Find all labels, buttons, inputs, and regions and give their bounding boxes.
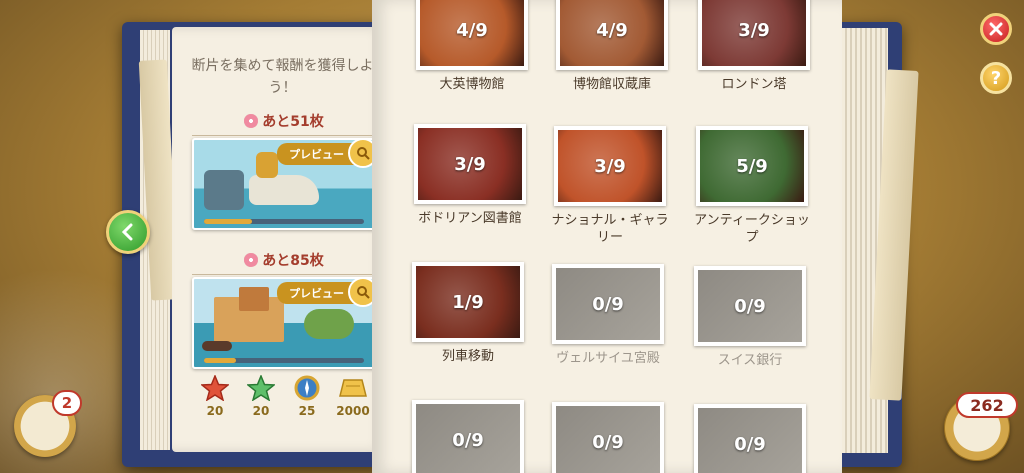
reward-gold: 2000 bbox=[332, 374, 374, 418]
green-star-icon bbox=[246, 374, 276, 402]
scene-progress: 4/9 bbox=[420, 0, 524, 66]
scene-label: 博物館収蔵庫 bbox=[572, 77, 651, 92]
scene-tile[interactable]: 0/9 bbox=[690, 404, 810, 473]
scene-progress: 3/9 bbox=[558, 130, 662, 202]
notification-badge: 2 bbox=[52, 390, 82, 416]
scene-thumbnail: 5/9 bbox=[696, 126, 808, 206]
scene-tile[interactable]: 3/9 ロンドン塔 bbox=[694, 0, 814, 93]
fragment-icon bbox=[244, 114, 259, 128]
reward-value: 20 bbox=[206, 404, 224, 418]
reward-progress-fill bbox=[204, 219, 252, 224]
scene-thumbnail: 1/9 bbox=[412, 262, 524, 342]
scene-people bbox=[256, 152, 278, 178]
scene-label: ロンドン塔 bbox=[721, 77, 787, 92]
scene-progress: 5/9 bbox=[700, 130, 804, 202]
reward-progress-fill bbox=[204, 358, 236, 363]
scene-tile[interactable]: 0/9 スイス銀行 bbox=[690, 266, 810, 369]
scene-thumbnail: 0/9 bbox=[552, 264, 664, 344]
compass-icon bbox=[292, 374, 322, 402]
scene-tile[interactable]: 0/9 bbox=[408, 400, 528, 473]
scene-thumbnail: 0/9 bbox=[694, 404, 806, 473]
scene-label: ボドリアン図書館 bbox=[418, 211, 522, 226]
scene-label: 列車移動 bbox=[441, 349, 494, 364]
scene-thumbnail: 0/9 bbox=[412, 400, 524, 473]
instruction-text: 断片を集めて報酬を獲得しよう！ bbox=[191, 58, 374, 96]
question-icon: ? bbox=[990, 67, 1002, 89]
scene-boat bbox=[249, 175, 319, 205]
remaining-label: あと85枚 bbox=[262, 253, 324, 269]
scene-thumbnail: 3/9 bbox=[554, 126, 666, 206]
divider bbox=[192, 274, 376, 275]
reward-red-star: 20 bbox=[194, 374, 236, 418]
scene-label: ヴェルサイユ宮殿 bbox=[556, 351, 660, 366]
reward-green-star: 20 bbox=[240, 374, 282, 418]
scene-thumbnail: 0/9 bbox=[552, 402, 664, 473]
scene-progress: 0/9 bbox=[698, 408, 802, 473]
reward-tier-2: あと85枚 プレビュー bbox=[192, 250, 378, 369]
scene-tile[interactable]: 3/9 ナショナル・ギャラリー bbox=[550, 126, 670, 246]
scene-label: スイス銀行 bbox=[717, 353, 783, 368]
scene-tile[interactable]: 4/9 博物館収蔵庫 bbox=[552, 0, 672, 93]
scene-thumbnail: 3/9 bbox=[414, 124, 526, 204]
scene-gondola bbox=[202, 341, 232, 351]
remaining-count: あと85枚 bbox=[192, 250, 376, 270]
fragment-icon bbox=[244, 253, 259, 267]
scene-progress: 0/9 bbox=[556, 268, 660, 340]
scene-island bbox=[304, 309, 354, 339]
scene-label: ナショナル・ギャラリー bbox=[551, 213, 669, 245]
reward-preview-card[interactable]: プレビュー bbox=[192, 138, 378, 230]
scene-thumbnail: 3/9 bbox=[698, 0, 810, 70]
scene-tile[interactable]: 3/9 ボドリアン図書館 bbox=[410, 124, 530, 227]
scene-label: 大英博物館 bbox=[439, 77, 505, 92]
item-rewards: 20 20 25 2000 bbox=[194, 374, 374, 418]
reward-progress-bar bbox=[204, 219, 364, 224]
scene-progress: 0/9 bbox=[698, 270, 802, 342]
scene-tile[interactable]: 4/9 大英博物館 bbox=[412, 0, 532, 93]
scene-grid-page: 4/9 大英博物館 4/9 博物館収蔵庫 3/9 ロンドン塔 3/9 ボドリアン図書館 3/9 ナ… bbox=[372, 0, 842, 473]
scene-label: アンティークショップ bbox=[694, 213, 810, 245]
reward-progress-bar bbox=[204, 358, 364, 363]
remaining-count: あと51枚 bbox=[192, 111, 376, 131]
reward-compass: 25 bbox=[286, 374, 328, 418]
remaining-label: あと51枚 bbox=[262, 114, 324, 130]
scene-tile[interactable]: 0/9 bbox=[548, 402, 668, 473]
reward-value: 25 bbox=[298, 404, 316, 418]
close-button[interactable] bbox=[980, 13, 1012, 45]
gold-bar-icon bbox=[338, 374, 368, 402]
preview-label: プレビュー bbox=[277, 143, 354, 165]
preview-label: プレビュー bbox=[277, 282, 354, 304]
scene-progress: 1/9 bbox=[416, 266, 520, 338]
reward-preview-card[interactable]: プレビュー bbox=[192, 277, 378, 369]
scene-tower bbox=[239, 287, 269, 311]
chevron-left-icon bbox=[121, 223, 133, 241]
help-button[interactable]: ? bbox=[980, 62, 1012, 94]
scene-thumbnail: 4/9 bbox=[416, 0, 528, 70]
red-star-icon bbox=[200, 374, 230, 402]
reward-tier-1: あと51枚 プレビュー bbox=[192, 111, 378, 230]
scene-thumbnail: 0/9 bbox=[694, 266, 806, 346]
scene-progress: 4/9 bbox=[560, 0, 664, 66]
close-icon bbox=[989, 22, 1003, 36]
scene-progress: 0/9 bbox=[556, 406, 660, 473]
back-button[interactable] bbox=[106, 210, 150, 254]
reward-value: 20 bbox=[252, 404, 270, 418]
scene-tile[interactable]: 0/9 ヴェルサイユ宮殿 bbox=[548, 264, 668, 367]
currency-count: 262 bbox=[956, 392, 1018, 418]
scene-progress: 3/9 bbox=[702, 0, 806, 66]
divider bbox=[192, 135, 376, 136]
scene-tile[interactable]: 1/9 列車移動 bbox=[408, 262, 528, 365]
reward-value: 2000 bbox=[336, 404, 370, 418]
scene-tile[interactable]: 5/9 アンティークショップ bbox=[692, 126, 812, 246]
scene-progress: 0/9 bbox=[416, 404, 520, 473]
scene-figure bbox=[204, 170, 244, 210]
scene-progress: 3/9 bbox=[418, 128, 522, 200]
scene-thumbnail: 4/9 bbox=[556, 0, 668, 70]
